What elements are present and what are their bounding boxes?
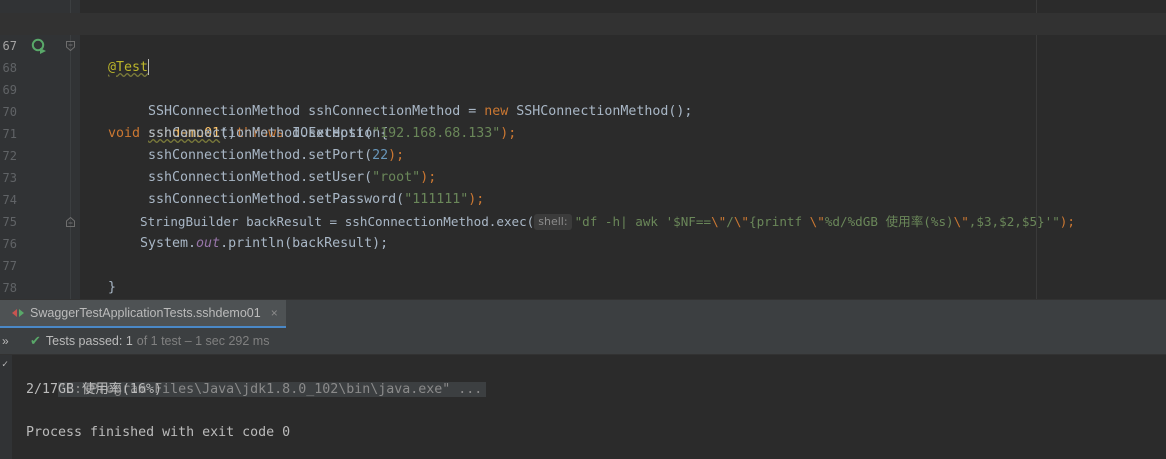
code-line[interactable]: 79 — [0, 277, 1166, 299]
tests-passed-count: 1 — [125, 334, 133, 348]
console-output[interactable]: ✓ "C:\Program Files\Java\jdk1.8.0_102\bi… — [0, 355, 1166, 459]
test-status-bar: » ✔ Tests passed: 1 of 1 test – 1 sec 29… — [0, 328, 1166, 355]
console-exit-line: Process finished with exit code 0 — [26, 425, 291, 440]
code-line[interactable]: 78 — [0, 255, 1166, 295]
code-line[interactable]: 77 — [0, 233, 1166, 273]
run-tool-window-tabs: SwaggerTestApplicationTests.sshdemo01 × — [0, 299, 1166, 328]
console-scroll-marker: ✓ — [2, 359, 9, 370]
expand-icon[interactable]: » — [2, 334, 16, 348]
code-line[interactable]: 76 } — [0, 211, 1166, 295]
tests-passed-prefix: Tests passed: — [45, 334, 126, 348]
console-output-line: 2/17GB 使用率(16%) — [26, 382, 162, 397]
run-tab-sshdemo01[interactable]: SwaggerTestApplicationTests.sshdemo01 × — [0, 300, 286, 328]
code-line[interactable]: 72 sshConnectionMethod.setUser("root"); — [0, 123, 1166, 185]
code-line-current[interactable]: 67 @Test — [0, 13, 1166, 75]
check-icon: ✔ — [30, 333, 41, 348]
code-line[interactable]: 66 — [0, 0, 1166, 28]
run-tab-label: SwaggerTestApplicationTests.sshdemo01 — [30, 306, 261, 320]
run-test-icon[interactable] — [31, 38, 47, 54]
code-line[interactable]: 69 SSHConnectionMethod sshConnectionMeth… — [0, 57, 1166, 119]
console-gutter — [0, 355, 12, 459]
test-tab-icon — [12, 309, 24, 317]
code-line[interactable]: 73 sshConnectionMethod.setPassword("1111… — [0, 145, 1166, 207]
fold-icon[interactable] — [66, 41, 75, 51]
fold-icon[interactable] — [66, 217, 75, 227]
tests-summary: of 1 test – 1 sec 292 ms — [136, 334, 270, 348]
code-line[interactable]: 68 void sshdemo01()throws IOException{ — [0, 35, 1166, 141]
code-line[interactable]: 75 System.out.println(backResult); — [0, 189, 1166, 251]
code-line[interactable]: 71 sshConnectionMethod.setPort(22); — [0, 101, 1166, 163]
close-icon[interactable]: × — [271, 306, 278, 320]
code-line[interactable]: 70 sshConnectionMethod.setHost("192.168.… — [0, 79, 1166, 141]
tests-passed-label: Tests passed: 1 — [46, 334, 133, 348]
console-command-line[interactable]: "C:\Program Files\Java\jdk1.8.0_102\bin\… — [26, 357, 487, 397]
code-line[interactable]: 74 StringBuilder backResult = sshConnect… — [0, 167, 1166, 230]
code-editor[interactable]: 66 67 @Test 68 void sshdemo01()throws IO… — [0, 0, 1166, 299]
